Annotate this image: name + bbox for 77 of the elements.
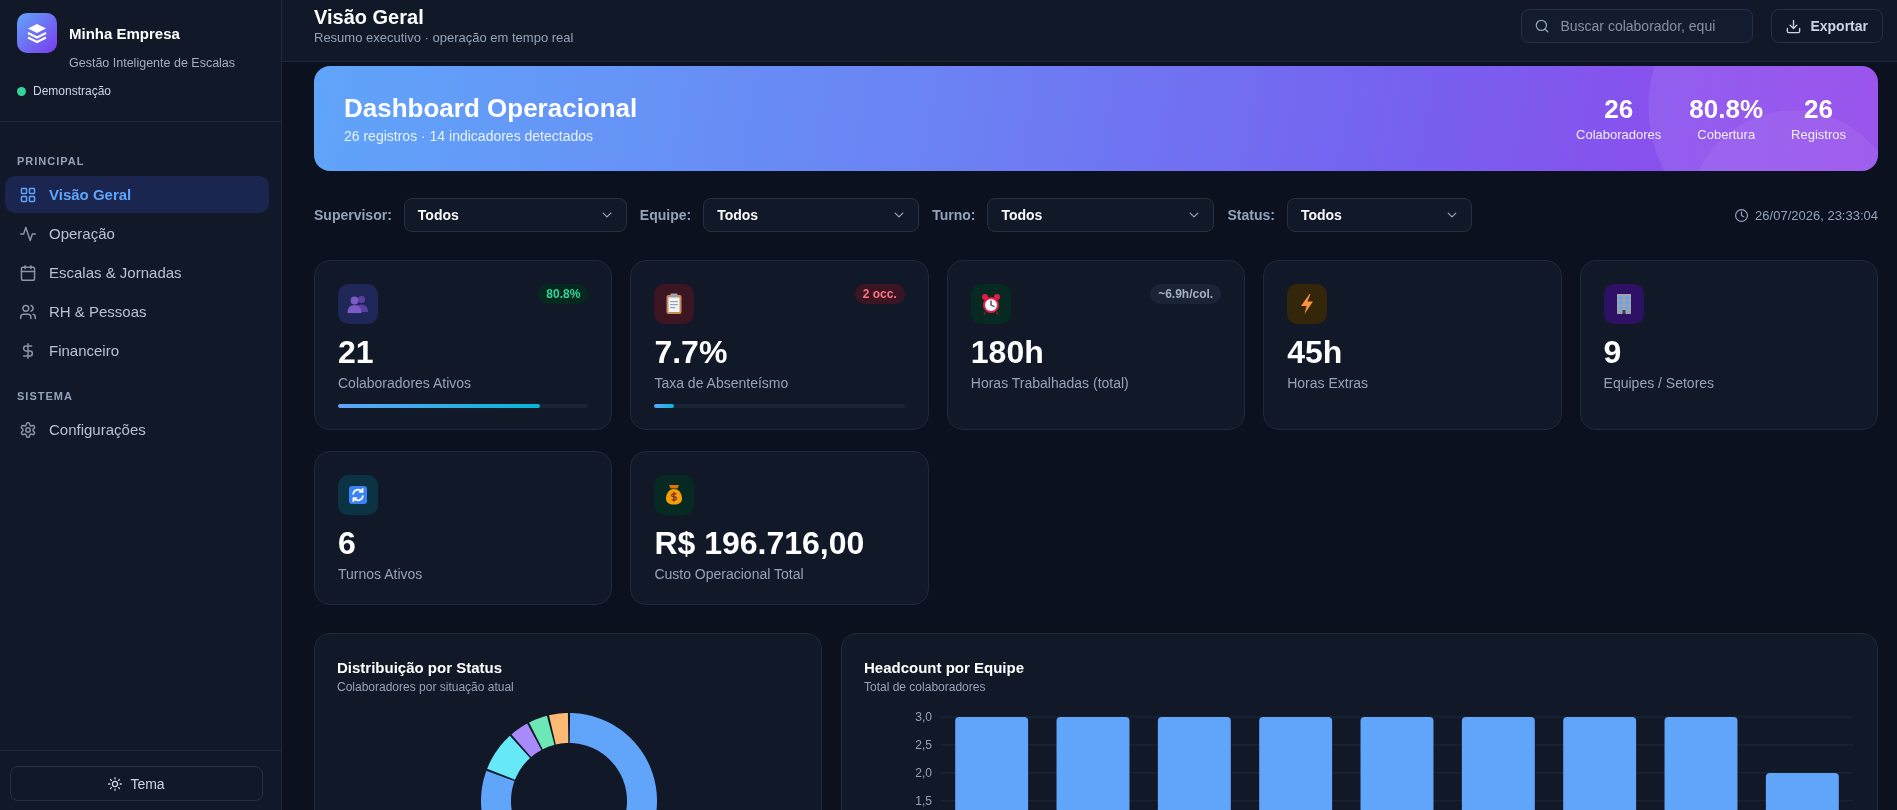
filter-label: Status:	[1227, 207, 1275, 223]
section-heading: SISTEMA	[16, 389, 74, 403]
kpi-value: 7.7%	[654, 334, 729, 370]
grid-icon	[20, 186, 36, 203]
search-icon	[1535, 19, 1550, 33]
theme-button[interactable]: Tema	[10, 766, 263, 801]
kpi-value: 180h	[970, 334, 1045, 370]
sun-icon	[108, 776, 123, 791]
kpi-badge: 2 occ.	[854, 284, 905, 304]
kpi-value: 6	[338, 525, 357, 561]
timestamp: 26/07/2026, 23:33:04	[1755, 207, 1878, 223]
users-icon	[20, 303, 36, 320]
kpi-value: R$ 196.716,00	[654, 525, 866, 561]
stat-label: Registros	[1791, 126, 1846, 143]
brand-name: Minha Empresa	[69, 24, 180, 42]
chart-subtitle: Total de colaboradores	[864, 679, 987, 695]
activity-icon	[20, 225, 36, 242]
kpi-label: Equipes / Setores	[1603, 374, 1716, 392]
alarm-clock-icon	[970, 284, 1011, 324]
building-icon	[1603, 284, 1644, 324]
lightning-icon	[1287, 284, 1328, 324]
kpi-label: Turnos Ativos	[338, 565, 424, 583]
y-tick-label: 3,0	[915, 710, 932, 724]
dollar-icon	[20, 342, 36, 359]
filter-label: Turno:	[932, 207, 976, 223]
stat-value: 80.8%	[1689, 94, 1764, 123]
filter-label: Equipe:	[639, 207, 692, 223]
layers-logo-icon	[17, 13, 57, 53]
banner-title: Dashboard Operacional	[344, 92, 638, 123]
kpi-label: Horas Trabalhadas (total)	[970, 374, 1130, 392]
y-tick-label: 1,5	[915, 793, 932, 808]
y-tick-label: 2,5	[915, 737, 932, 752]
chart-title: Distribuição por Status	[337, 658, 504, 678]
kpi-badge: ~6.9h/col.	[1150, 284, 1222, 304]
brand-tagline: Gestão Inteligente de Escalas	[69, 55, 237, 71]
calendar-icon	[20, 264, 36, 281]
y-tick-label: 2,0	[915, 765, 932, 780]
nav-item[interactable]: Configurações	[5, 411, 269, 448]
nav-item[interactable]: Visão Geral	[5, 176, 269, 213]
people-icon	[338, 284, 378, 324]
kpi-label: Horas Extras	[1287, 374, 1370, 392]
section-heading: PRINCIPAL	[16, 154, 86, 168]
filter-select[interactable]: Todos	[403, 198, 627, 232]
status-dot-icon	[17, 86, 26, 96]
status-label: Demonstração	[33, 83, 112, 99]
filter-select[interactable]: Todos	[987, 198, 1215, 232]
chart-subtitle: Colaboradores por situação atual	[337, 679, 515, 695]
gear-icon	[20, 421, 36, 438]
kpi-value: 9	[1603, 334, 1623, 370]
clipboard-icon	[654, 284, 695, 324]
stat-label: Colaboradores	[1576, 126, 1662, 143]
kpi-label: Colaboradores Ativos	[338, 374, 473, 392]
kpi-value: 45h	[1287, 334, 1344, 370]
download-icon	[1786, 18, 1802, 34]
nav-item[interactable]: RH & Pessoas	[5, 293, 269, 330]
chart-title: Headcount por Equipe	[864, 658, 1025, 678]
filter-select[interactable]: Todos	[703, 198, 920, 232]
banner-subtitle: 26 registros · 14 indicadores detectados	[344, 126, 595, 145]
export-button[interactable]: Exportar	[1771, 9, 1883, 43]
clock-icon	[1735, 208, 1749, 222]
kpi-label: Custo Operacional Total	[654, 565, 805, 583]
page-subtitle: Resumo executivo · operação em tempo real	[314, 30, 574, 46]
kpi-badge: 80.8%	[538, 284, 589, 304]
stat-label: Cobertura	[1696, 126, 1757, 143]
stat-value: 26	[1803, 94, 1834, 123]
stat-value: 26	[1603, 94, 1635, 123]
refresh-icon	[338, 475, 378, 515]
money-bag-icon	[654, 475, 695, 515]
nav-item[interactable]: Escalas & Jornadas	[5, 254, 269, 291]
filter-select[interactable]: Todos	[1286, 198, 1472, 232]
nav-item[interactable]: Financeiro	[5, 332, 269, 369]
filter-label: Supervisor:	[314, 207, 392, 223]
kpi-value: 21	[338, 334, 375, 370]
kpi-label: Taxa de Absenteísmo	[654, 374, 790, 392]
page-title: Visão Geral	[314, 5, 425, 29]
search-field[interactable]: Buscar colaborador, equi	[1521, 9, 1754, 43]
nav-item[interactable]: Operação	[5, 215, 269, 252]
